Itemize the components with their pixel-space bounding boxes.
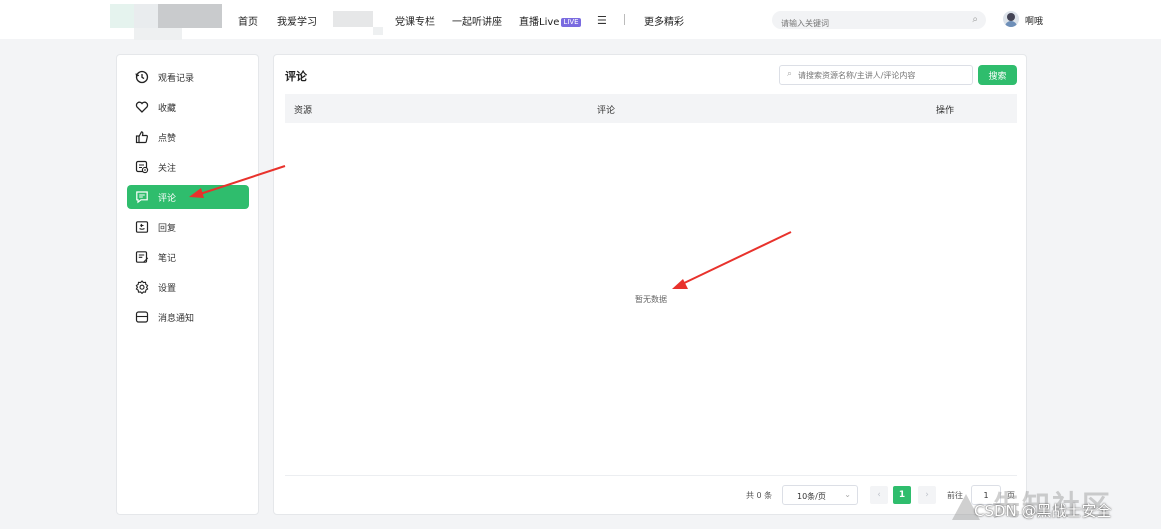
site-logo[interactable]	[110, 4, 222, 40]
sidebar-item-label: 点赞	[158, 134, 177, 144]
sidebar-item-label: 笔记	[158, 254, 177, 264]
chevron-down-icon: ⌄	[844, 490, 851, 499]
sidebar-item-likes[interactable]: 点赞	[127, 125, 249, 149]
sidebar-item-notes[interactable]: 笔记	[127, 245, 249, 269]
menu-icon[interactable]: ☰	[597, 14, 607, 27]
page-size-value: 10条/页	[797, 492, 826, 501]
nav-home[interactable]: 首页	[238, 13, 258, 28]
nav-blurred-item-extra	[373, 27, 383, 35]
thumbs-up-icon	[135, 131, 148, 144]
sidebar-item-history[interactable]: 观看记录	[127, 65, 249, 89]
table-header: 资源 评论 操作	[285, 94, 1017, 123]
nav-live-label: 直播Live	[519, 17, 560, 28]
comment-search-input[interactable]	[798, 66, 968, 84]
nav-blurred-item[interactable]	[333, 11, 373, 27]
sidebar-item-label: 关注	[158, 164, 177, 174]
sidebar-item-replies[interactable]: 回复	[127, 215, 249, 239]
column-header-comment: 评论	[597, 106, 616, 116]
heart-icon	[135, 101, 149, 113]
comment-search-box[interactable]: ⌕	[779, 65, 973, 85]
message-icon	[135, 311, 149, 323]
avatar[interactable]	[1003, 11, 1019, 27]
sidebar-item-label: 消息通知	[158, 314, 195, 324]
nav-divider	[624, 14, 625, 25]
sidebar: 观看记录 收藏 点赞 关注 评论 回复 笔记 设置 消息通知	[116, 54, 259, 515]
username[interactable]: 啊哦	[1025, 14, 1043, 27]
sidebar-item-favorites[interactable]: 收藏	[127, 95, 249, 119]
sidebar-item-label: 回复	[158, 224, 177, 234]
follow-icon	[135, 160, 149, 174]
history-icon	[135, 70, 149, 84]
nav-lectures[interactable]: 一起听讲座	[452, 13, 502, 28]
column-header-resource: 资源	[294, 106, 313, 116]
comments-panel: 评论 ⌕ 搜索 资源 评论 操作 暂无数据 共 0 条 10条/页 ⌄ ‹ 1 …	[273, 54, 1027, 515]
column-header-action: 操作	[936, 106, 955, 116]
page-title: 评论	[285, 70, 307, 83]
note-icon	[135, 251, 149, 263]
sidebar-item-notifications[interactable]: 消息通知	[127, 305, 249, 329]
page-size-select[interactable]: 10条/页 ⌄	[782, 485, 858, 505]
watermark-text: CSDN @黑战士安全	[974, 502, 1112, 520]
sidebar-item-comments[interactable]: 评论	[127, 185, 249, 209]
top-search-box[interactable]: ⌕	[772, 11, 986, 33]
sidebar-item-settings[interactable]: 设置	[127, 275, 249, 299]
top-search-input[interactable]	[772, 14, 952, 33]
nav-more[interactable]: 更多精彩	[644, 13, 684, 28]
top-navbar: 首页 我爱学习 党课专栏 一起听讲座 直播LiveLIVE ☰ 更多精彩 ⌕ 啊…	[0, 0, 1161, 40]
sidebar-item-label: 评论	[158, 194, 177, 204]
search-icon: ⌕	[787, 69, 793, 79]
nav-party-course[interactable]: 党课专栏	[395, 13, 435, 28]
empty-state-text: 暂无数据	[635, 295, 667, 304]
search-button[interactable]: 搜索	[978, 65, 1017, 85]
sidebar-item-follow[interactable]: 关注	[127, 155, 249, 179]
nav-learning[interactable]: 我爱学习	[277, 13, 317, 28]
pagination-total: 共 0 条	[746, 491, 773, 500]
table-footer-divider	[285, 475, 1017, 476]
page-number-current[interactable]: 1	[893, 486, 911, 504]
nav-live[interactable]: 直播Live LIVE	[519, 13, 581, 28]
sidebar-item-label: 收藏	[158, 104, 177, 114]
next-page-button[interactable]: ›	[918, 486, 936, 504]
gear-icon	[135, 280, 149, 294]
reply-icon	[135, 221, 149, 233]
comment-icon	[136, 191, 148, 204]
prev-page-button[interactable]: ‹	[870, 486, 888, 504]
sidebar-item-label: 设置	[158, 284, 177, 294]
watermark: 先知社区 CSDN @黑战士安全	[952, 480, 1161, 529]
search-icon[interactable]: ⌕	[972, 14, 978, 25]
sidebar-item-label: 观看记录	[158, 74, 195, 84]
live-badge: LIVE	[561, 18, 581, 27]
